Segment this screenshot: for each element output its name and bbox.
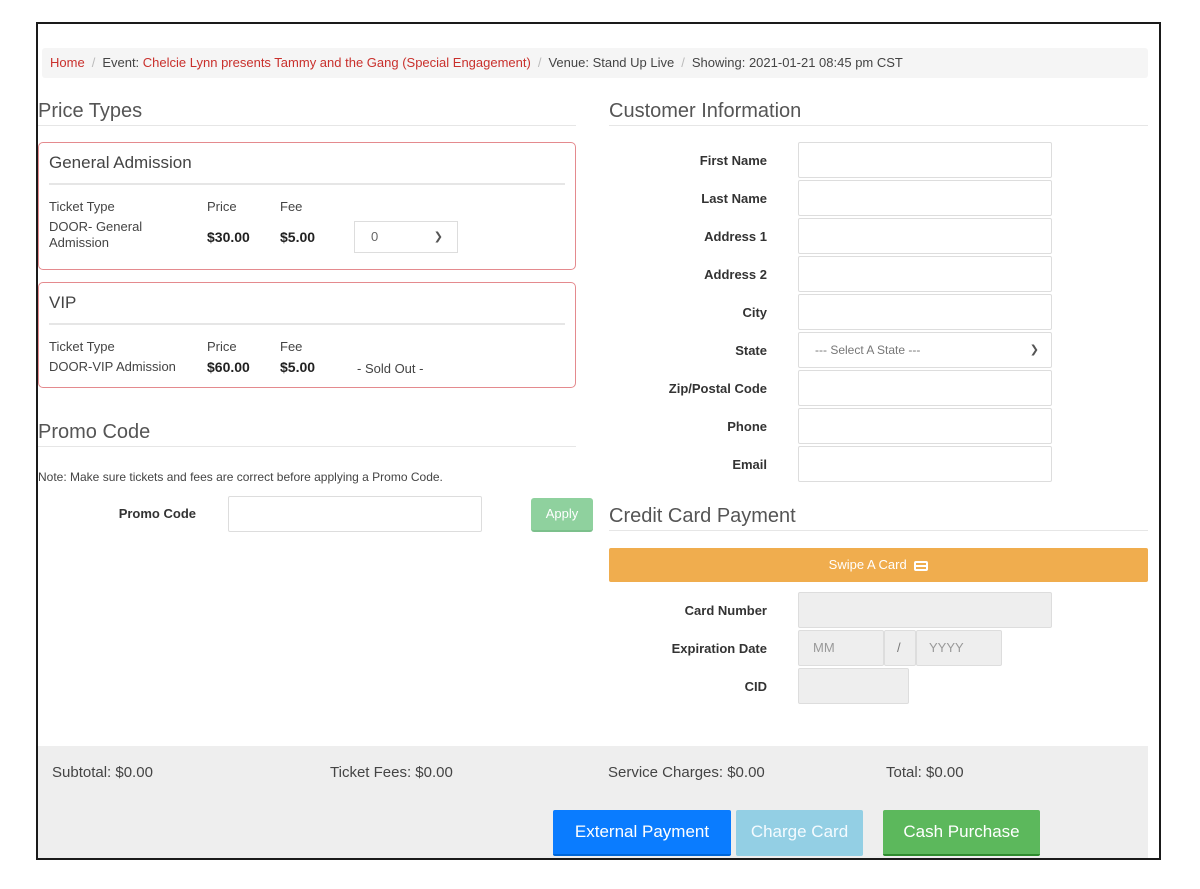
- expiration-month-input[interactable]: MM: [798, 630, 884, 666]
- price-group-vip: VIP Ticket Type Price Fee DOOR-VIP Admis…: [38, 282, 576, 388]
- last-name-label: Last Name: [701, 191, 767, 206]
- ticket-fee: $5.00: [280, 359, 316, 375]
- apply-promo-button[interactable]: Apply: [531, 498, 593, 532]
- breadcrumb-event-prefix: Event:: [102, 55, 143, 70]
- ticket-type-line: Admission: [49, 235, 109, 250]
- chevron-down-icon: ❯: [1029, 344, 1039, 356]
- swipe-card-label: Swipe A Card: [828, 557, 907, 572]
- ticket-price: $60.00: [207, 359, 250, 375]
- first-name-label: First Name: [699, 153, 767, 168]
- promo-code-heading: Promo Code: [38, 421, 576, 447]
- charge-card-button[interactable]: Charge Card: [736, 810, 863, 856]
- breadcrumb-venue: Venue: Stand Up Live: [548, 55, 675, 70]
- ticket-type-name: DOOR- General Admission: [49, 219, 142, 251]
- promo-code-input[interactable]: [228, 496, 482, 532]
- swipe-card-button[interactable]: Swipe A Card: [609, 548, 1148, 582]
- credit-card-icon: [914, 560, 929, 571]
- phone-label: Phone: [727, 419, 767, 434]
- first-name-input[interactable]: [798, 142, 1052, 178]
- fee-header: Fee: [280, 339, 303, 354]
- ticket-type-name: DOOR-VIP Admission: [49, 359, 176, 374]
- cash-purchase-button[interactable]: Cash Purchase: [883, 810, 1040, 856]
- promo-note: Note: Make sure tickets and fees are cor…: [38, 470, 443, 484]
- phone-input[interactable]: [798, 408, 1052, 444]
- last-name-input[interactable]: [798, 180, 1052, 216]
- state-select[interactable]: --- Select A State --- ❯: [798, 332, 1052, 368]
- breadcrumb-separator: /: [91, 55, 96, 70]
- breadcrumb-separator: /: [537, 55, 542, 70]
- card-number-input[interactable]: [798, 592, 1052, 628]
- state-selected-value: --- Select A State ---: [815, 343, 921, 357]
- price-header: Price: [207, 339, 237, 354]
- quantity-select[interactable]: 0 ❯: [354, 221, 458, 253]
- external-payment-button[interactable]: External Payment: [553, 810, 731, 856]
- expiration-year-input[interactable]: YYYY: [916, 630, 1002, 666]
- breadcrumb-home-link[interactable]: Home: [50, 55, 85, 70]
- address2-label: Address 2: [704, 267, 767, 282]
- totals-bar: Subtotal: $0.00 Ticket Fees: $0.00 Servi…: [38, 746, 1148, 858]
- breadcrumb-showing: Showing: 2021-01-21 08:45 pm CST: [691, 55, 903, 70]
- city-input[interactable]: [798, 294, 1052, 330]
- email-label: Email: [732, 457, 767, 472]
- city-label: City: [742, 305, 767, 320]
- address1-input[interactable]: [798, 218, 1052, 254]
- service-charges: Service Charges: $0.00: [608, 764, 765, 781]
- breadcrumb-separator: /: [681, 55, 685, 70]
- card-number-label: Card Number: [684, 603, 767, 618]
- zip-input[interactable]: [798, 370, 1052, 406]
- breadcrumb: Home / Event: Chelcie Lynn presents Tammy …: [42, 48, 1148, 78]
- ticket-type-header: Ticket Type: [49, 339, 115, 354]
- cid-label: CID: [744, 679, 767, 694]
- customer-information-heading: Customer Information: [609, 100, 1148, 126]
- quantity-value: 0: [371, 229, 379, 244]
- sold-out-label: - Sold Out -: [357, 361, 424, 376]
- price-group-general-admission: General Admission Ticket Type Price Fee …: [38, 142, 576, 270]
- ticket-type-header: Ticket Type: [49, 199, 115, 214]
- price-group-title: VIP: [49, 293, 77, 312]
- ticket-price: $30.00: [207, 229, 250, 245]
- fee-header: Fee: [280, 199, 303, 214]
- expiration-date-label: Expiration Date: [671, 641, 767, 656]
- promo-code-label: Promo Code: [118, 506, 196, 521]
- address2-input[interactable]: [798, 256, 1052, 292]
- state-label: State: [735, 343, 767, 358]
- chevron-down-icon: ❯: [433, 231, 443, 243]
- divider: [49, 323, 565, 325]
- ticket-type-line: DOOR- General: [49, 219, 143, 234]
- subtotal: Subtotal: $0.00: [52, 764, 153, 781]
- cid-input[interactable]: [798, 668, 909, 704]
- breadcrumb-event-link[interactable]: Chelcie Lynn presents Tammy and the Gang…: [143, 55, 531, 70]
- credit-card-heading: Credit Card Payment: [609, 505, 1148, 531]
- divider: [49, 183, 565, 185]
- price-group-title: General Admission: [49, 153, 192, 172]
- expiration-separator: /: [884, 630, 916, 666]
- ticket-fees: Ticket Fees: $0.00: [330, 764, 453, 781]
- ticket-fee: $5.00: [280, 229, 316, 245]
- price-header: Price: [207, 199, 237, 214]
- checkout-panel: Home / Event: Chelcie Lynn presents Tammy …: [36, 22, 1161, 860]
- address1-label: Address 1: [704, 229, 767, 244]
- email-input[interactable]: [798, 446, 1052, 482]
- price-types-heading: Price Types: [38, 100, 576, 126]
- total: Total: $0.00: [886, 764, 964, 781]
- zip-label: Zip/Postal Code: [668, 381, 767, 396]
